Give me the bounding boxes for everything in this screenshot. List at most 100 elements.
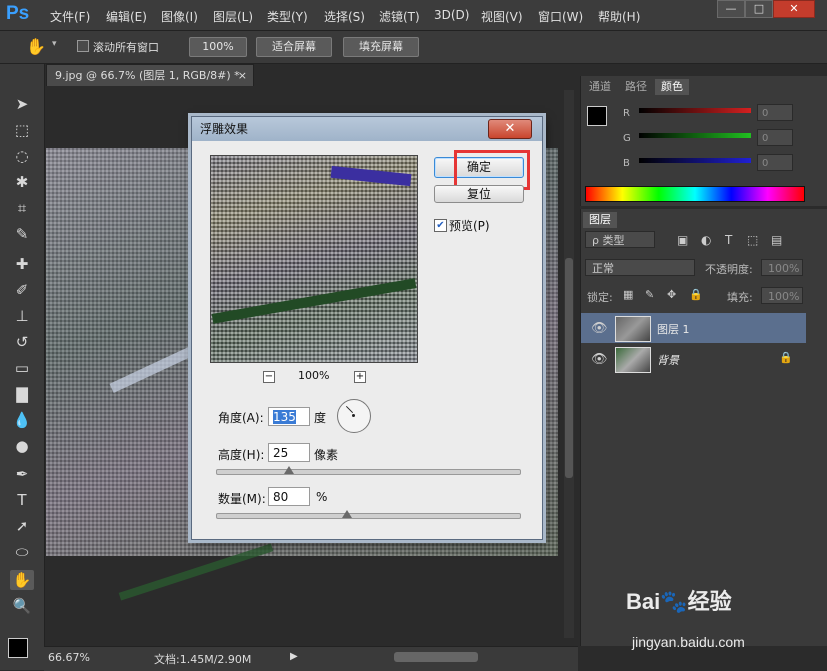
height-slider-knob[interactable] [284, 466, 294, 474]
dialog-title: 浮雕效果 [200, 122, 249, 136]
clone-stamp-tool-icon[interactable]: ⊥ [10, 306, 34, 326]
layer-row-background[interactable]: 👁 背景 🔒 [581, 344, 806, 374]
foreground-color-swatch[interactable] [8, 638, 28, 658]
fill-screen-button[interactable]: 填充屏幕 [343, 37, 419, 57]
amount-slider-track[interactable] [216, 513, 521, 519]
tool-preset-dropdown-icon[interactable]: ▾ [52, 39, 57, 49]
layer-name: 图层 1 [657, 323, 690, 336]
lock-transparent-icon[interactable]: ▦ [623, 288, 633, 301]
r-label: R [623, 108, 630, 119]
ok-button-highlight-box [454, 150, 530, 190]
scroll-all-label: 滚动所有窗口 [93, 41, 159, 54]
restore-button[interactable]: □ [745, 0, 773, 18]
menu-view[interactable]: 视图(V) [481, 8, 523, 25]
menu-layer[interactable]: 图层(L) [213, 8, 253, 25]
gradient-tool-icon[interactable]: ▇ [10, 384, 34, 404]
document-tab[interactable]: 9.jpg @ 66.7% (图层 1, RGB/8#) * × [46, 64, 254, 86]
lock-all-icon[interactable]: 🔒 [689, 288, 703, 301]
g-value-field[interactable]: 0 [757, 129, 793, 146]
opacity-label: 不透明度: [705, 263, 753, 276]
amount-input[interactable]: 80 [268, 487, 310, 506]
blur-tool-icon[interactable]: 💧 [10, 410, 34, 430]
tab-layers[interactable]: 图层 [583, 212, 617, 228]
tab-paths[interactable]: 路径 [619, 79, 653, 95]
filter-smart-object-icon[interactable]: ▤ [771, 233, 782, 247]
menu-window[interactable]: 窗口(W) [538, 8, 583, 25]
lasso-tool-icon[interactable]: ◌ [10, 146, 34, 166]
marquee-tool-icon[interactable]: ⬚ [10, 120, 34, 140]
menu-edit[interactable]: 编辑(E) [106, 8, 147, 25]
lock-pixels-icon[interactable]: ✎ [645, 288, 654, 301]
filter-shape-icon[interactable]: ⬚ [747, 233, 758, 247]
fit-screen-button[interactable]: 适合屏幕 [256, 37, 332, 57]
pen-tool-icon[interactable]: ✒ [10, 464, 34, 484]
b-value-field[interactable]: 0 [757, 154, 793, 171]
minimize-button[interactable]: — [717, 0, 745, 18]
path-selection-tool-icon[interactable]: ➚ [10, 516, 34, 536]
visibility-eye-icon[interactable]: 👁 [591, 321, 608, 336]
tab-channels[interactable]: 通道 [583, 79, 617, 95]
menu-filter[interactable]: 滤镜(T) [379, 8, 420, 25]
filter-preview[interactable] [210, 155, 418, 363]
r-slider[interactable] [639, 108, 751, 113]
angle-input[interactable]: 135 [268, 407, 310, 426]
height-slider-track[interactable] [216, 469, 521, 475]
zoom-out-button[interactable]: − [263, 371, 275, 383]
vertical-scrollbar-thumb[interactable] [565, 258, 573, 478]
menu-file[interactable]: 文件(F) [50, 8, 90, 25]
fill-field[interactable]: 100% [761, 287, 803, 304]
zoom-level[interactable]: 66.67% [48, 651, 90, 664]
layer-row-layer1[interactable]: 👁 图层 1 [581, 313, 806, 343]
filter-type-icon[interactable]: T [725, 233, 732, 247]
vertical-scrollbar[interactable] [564, 90, 574, 638]
zoom-in-button[interactable]: + [354, 371, 366, 383]
menu-image[interactable]: 图像(I) [161, 8, 198, 25]
dialog-close-button[interactable]: ✕ [488, 119, 532, 139]
angle-dial-center [352, 414, 355, 417]
angle-dial[interactable] [337, 399, 371, 433]
menu-select[interactable]: 选择(S) [324, 8, 365, 25]
eraser-tool-icon[interactable]: ▭ [10, 358, 34, 378]
ellipse-tool-icon[interactable]: ⬭ [10, 542, 34, 562]
foreground-color-chip[interactable] [587, 106, 607, 126]
horizontal-scrollbar-thumb[interactable] [394, 652, 478, 662]
g-slider[interactable] [639, 133, 751, 138]
menu-help[interactable]: 帮助(H) [598, 8, 640, 25]
type-tool-icon[interactable]: T [10, 490, 34, 510]
magic-wand-tool-icon[interactable]: ✱ [10, 172, 34, 192]
amount-slider-knob[interactable] [342, 510, 352, 518]
height-input[interactable]: 25 [268, 443, 310, 462]
history-brush-tool-icon[interactable]: ↺ [10, 332, 34, 352]
hand-tool-icon[interactable]: ✋ [26, 37, 46, 56]
close-window-button[interactable]: ✕ [773, 0, 815, 18]
lock-label: 锁定: [587, 291, 613, 304]
blend-mode-dropdown[interactable]: 正常 [585, 259, 695, 276]
reset-button[interactable]: 复位 [434, 185, 524, 203]
eyedropper-tool-icon[interactable]: ✎ [10, 224, 34, 244]
filter-adjustment-icon[interactable]: ◐ [701, 233, 711, 247]
zoom-100-button[interactable]: 100% [189, 37, 247, 57]
b-slider[interactable] [639, 158, 751, 163]
scroll-all-checkbox[interactable] [77, 40, 89, 52]
filter-pixel-icon[interactable]: ▣ [677, 233, 688, 247]
tab-color[interactable]: 颜色 [655, 79, 689, 95]
brush-tool-icon[interactable]: ✐ [10, 280, 34, 300]
layer-filter-dropdown[interactable]: ρ 类型 [585, 231, 655, 248]
color-spectrum[interactable] [585, 186, 805, 202]
opacity-field[interactable]: 100% [761, 259, 803, 276]
visibility-eye-icon[interactable]: 👁 [591, 352, 608, 367]
healing-brush-tool-icon[interactable]: ✚ [10, 254, 34, 274]
status-menu-arrow-icon[interactable]: ▶ [290, 651, 298, 662]
baidu-jingyan-watermark: Bai🐾经验 [626, 589, 732, 614]
zoom-tool-icon[interactable]: 🔍 [10, 596, 34, 616]
dodge-tool-icon[interactable]: ● [10, 436, 34, 456]
move-tool-icon[interactable]: ➤ [10, 94, 34, 114]
lock-position-icon[interactable]: ✥ [667, 288, 676, 301]
crop-tool-icon[interactable]: ⌗ [10, 198, 34, 218]
r-value-field[interactable]: 0 [757, 104, 793, 121]
hand-tool-active-icon[interactable]: ✋ [10, 570, 34, 590]
menu-3d[interactable]: 3D(D) [434, 8, 469, 22]
menu-type[interactable]: 类型(Y) [267, 8, 308, 25]
document-tab-close-icon[interactable]: × [238, 65, 247, 86]
preview-checkbox[interactable]: ✔ [434, 219, 447, 232]
